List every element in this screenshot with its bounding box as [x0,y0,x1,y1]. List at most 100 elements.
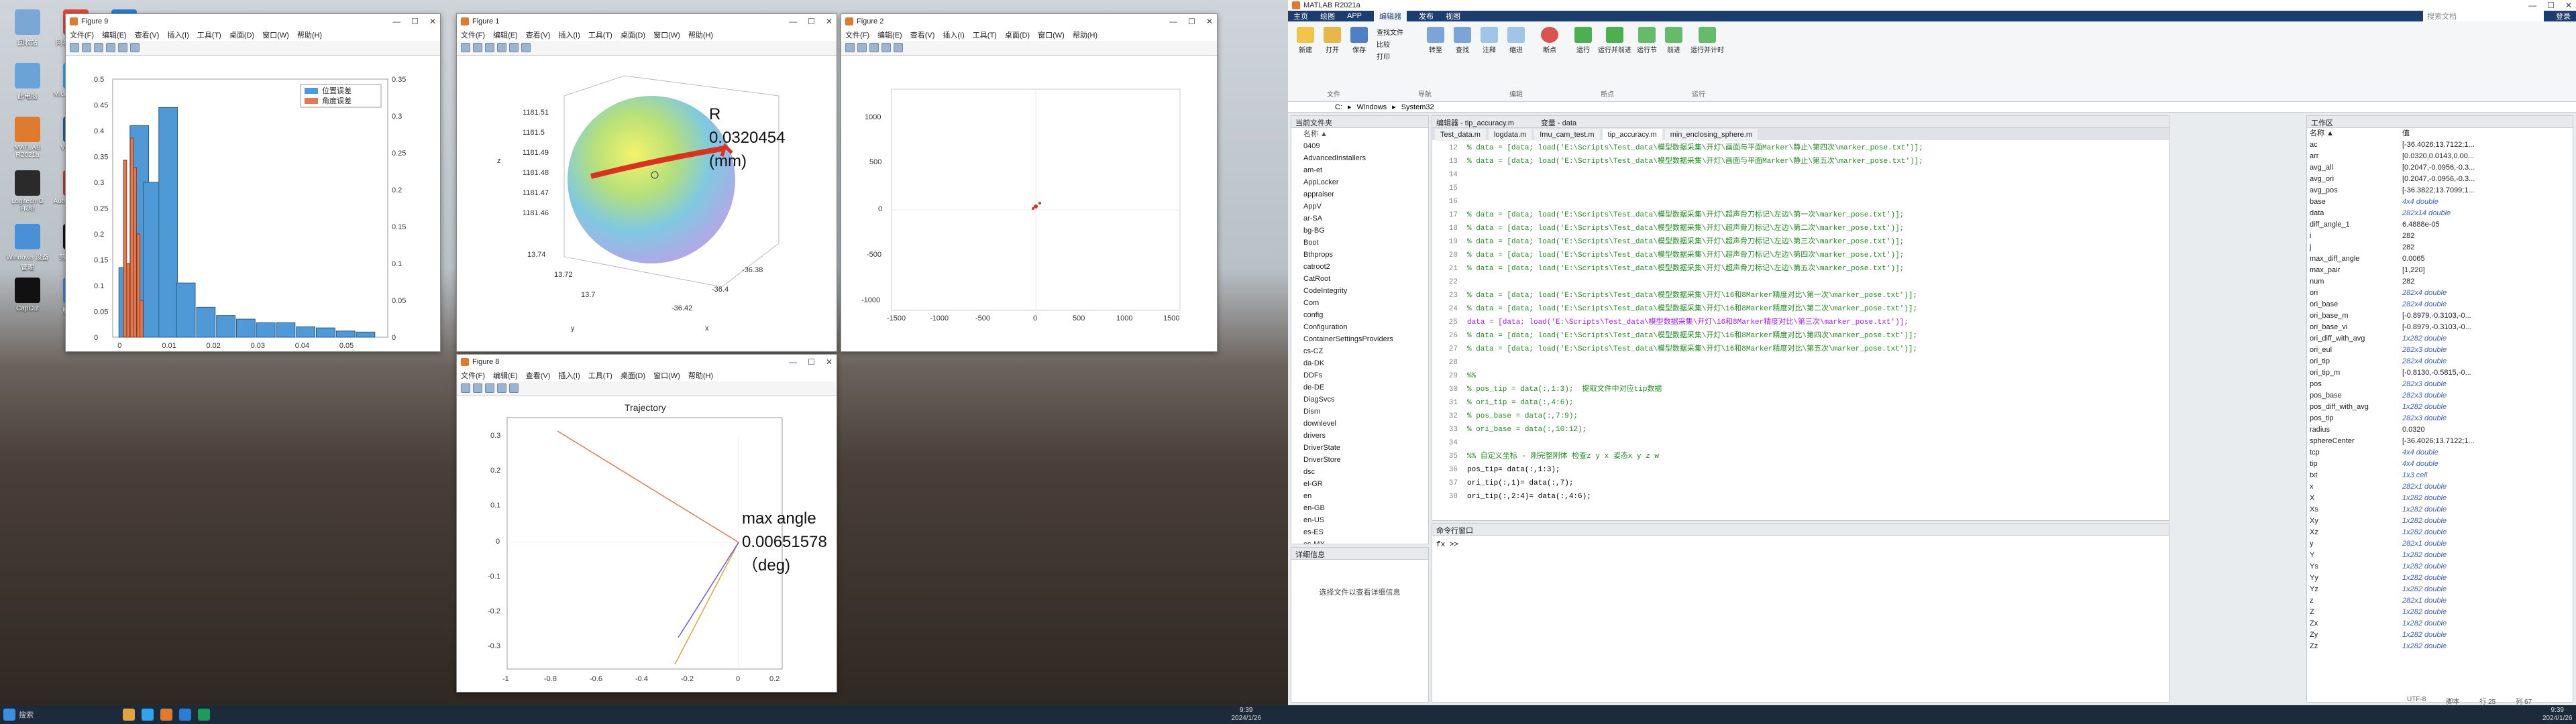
menu-item[interactable]: 窗口(W) [653,370,680,381]
code-line[interactable]: 30 % pos_tip = data(:,1:3); 提取文件中对应tip数据 [1432,383,2169,396]
menu-item[interactable]: 文件(F) [70,29,94,40]
maximize-icon[interactable]: ☐ [808,17,815,26]
clock-right[interactable]: 9:39 2024/1/26 [2542,707,2573,723]
workspace-row[interactable]: Zz 1x282 double [2307,641,2573,652]
code-line[interactable]: 16 [1432,195,2169,208]
clock-date[interactable]: 2024/1/26 [1232,715,1262,722]
maximize-icon[interactable]: ☐ [411,17,419,26]
matlab-window[interactable]: MATLAB R2021a — ☐ ✕ 主页 绘图 APP 编辑器 发布 视图 搜索文… [1288,0,2576,706]
print-icon[interactable] [497,383,506,393]
code-line[interactable]: 37 ori_tip(:,1)= data(:,7); [1432,477,2169,490]
column-header[interactable]: 值 [2402,128,2410,139]
workspace-row[interactable]: Yz 1x282 double [2307,584,2573,595]
minimize-icon[interactable]: — [2528,1,2536,10]
workspace-row[interactable]: x 282x1 double [2307,481,2573,493]
code-line[interactable]: 26 % data = [data; load('E:\Scripts\Test_… [1432,329,2169,343]
workspace-row[interactable]: ori_diff_with_avg 1x282 double [2307,333,2573,345]
search-documentation[interactable]: 搜索文档 [2423,11,2544,21]
workspace-row[interactable]: avg_all [0.2047,-0.0956,-0.3... [2307,162,2573,174]
code-line[interactable]: 29%% [1432,369,2169,383]
folder-item[interactable]: downlevel [1291,418,1428,430]
workspace-row[interactable]: tip 4x4 double [2307,459,2573,470]
folder-item[interactable]: catroot2 [1291,261,1428,273]
folder-item[interactable]: config [1291,309,1428,321]
workspace-row[interactable]: avg_ori [0.2047,-0.0956,-0.3... [2307,174,2573,185]
excel-icon[interactable] [198,709,210,721]
workspace-row[interactable]: ori_tip_m [-0.8130,-0.5815,-0... [2307,367,2573,379]
workspace-row[interactable]: Xz 1x282 double [2307,527,2573,538]
menu-item[interactable]: 编辑(E) [102,29,127,40]
folder-item[interactable]: DriverStore [1291,454,1428,466]
menu-item[interactable]: 工具(T) [588,29,612,40]
close-icon[interactable]: ✕ [429,17,436,26]
menu-item[interactable]: 帮助(H) [688,370,713,381]
minimize-icon[interactable]: — [392,17,400,26]
folder-item[interactable]: CatRoot [1291,273,1428,285]
sign-in[interactable]: 登录 [2556,11,2571,21]
workspace-row[interactable]: ori 282x4 double [2307,288,2573,299]
code-line[interactable]: 12 % data = [data; load('E:\Scripts\Test_… [1432,141,2169,155]
matlab-taskbar-icon[interactable] [160,709,172,721]
menu-item[interactable]: 桌面(D) [229,29,254,40]
folder-item[interactable]: dsc [1291,466,1428,478]
workspace-row[interactable]: data 282x14 double [2307,208,2573,219]
menu-item[interactable]: 文件(F) [461,370,485,381]
workspace-row[interactable]: Z 1x282 double [2307,607,2573,618]
menu-item[interactable]: 窗口(W) [262,29,289,40]
print-icon[interactable] [881,43,891,52]
folder-item[interactable]: cs-CZ [1291,345,1428,357]
menu-item[interactable]: 查看(V) [526,370,551,381]
folder-item[interactable]: am-et [1291,164,1428,176]
maximize-icon[interactable]: ☐ [1188,17,1195,26]
workspace-row[interactable]: Y 1x282 double [2307,550,2573,561]
workspace-row[interactable]: max_diff_angle 0.0065 [2307,253,2573,265]
workspace-row[interactable]: ac [-36.4026;13.7122;1... [2307,139,2573,151]
code-line[interactable]: 21 % data = [data; load('E:\Scripts\Test_… [1432,262,2169,276]
file-explorer-icon[interactable] [123,709,135,721]
folder-item[interactable]: DriverState [1291,442,1428,454]
code-line[interactable]: 36 pos_tip= data(:,1:3); [1432,463,2169,477]
folder-item[interactable]: bg-BG [1291,225,1428,237]
workspace-row[interactable]: ori_base_vi [-0.8979,-0.3103,-0... [2307,322,2573,333]
minimize-icon[interactable]: — [789,357,797,367]
folder-item[interactable]: es-ES [1291,526,1428,538]
advance-button[interactable]: 前进 [1660,27,1687,54]
figure9-window[interactable]: Figure 9 — ☐ ✕ 文件(F) 编辑(E) 查看(V) 插入(I) 工具(T) 桌面(… [65,13,441,352]
column-header[interactable]: 名称 ▲ [2310,128,2402,139]
workspace-row[interactable]: diff_angle_1 6.4888e-05 [2307,219,2573,231]
tab-plots[interactable]: 绘图 [1320,11,1335,21]
save-icon[interactable] [94,43,103,52]
workspace-row[interactable]: ori_eul 282x3 double [2307,345,2573,356]
code-line[interactable]: 25 data = [data; load('E:\Scripts\Test_da… [1432,316,2169,329]
menu-item[interactable]: 编辑(E) [493,29,518,40]
tab-home[interactable]: 主页 [1293,11,1308,21]
menu-item[interactable]: 工具(T) [973,29,997,40]
desktop-icon[interactable]: Logitech G HUB [4,170,51,213]
tab-publish[interactable]: 发布 [1419,11,1434,21]
workspace-row[interactable]: j 282 [2307,242,2573,253]
folder-item[interactable]: 0409 [1291,140,1428,152]
workspace-row[interactable]: X 1x282 double [2307,493,2573,504]
menu-item[interactable]: 窗口(W) [1038,29,1065,40]
folder-item[interactable]: Configuration [1291,321,1428,333]
code-line[interactable]: 22 [1432,276,2169,289]
search-box[interactable]: 搜索 [19,709,119,720]
folder-item[interactable]: appraiser [1291,188,1428,200]
file-tab[interactable]: Imu_cam_test.m [1534,129,1600,141]
open-icon[interactable] [82,43,91,52]
code-line[interactable]: 34 [1432,436,2169,450]
path-segment[interactable]: System32 [1401,103,1434,111]
figure8-window[interactable]: Figure 8 — ☐ ✕ 文件(F) 编辑(E) 查看(V) 插入(I) 工具(T) 桌面(… [456,354,837,692]
menu-item[interactable]: 查看(V) [526,29,551,40]
folder-item[interactable]: es-MX [1291,538,1428,544]
figure1-window[interactable]: Figure 1 — ☐ ✕ 文件(F) 编辑(E) 查看(V) 插入(I) 工具(T) 桌面(… [456,13,837,352]
minimize-icon[interactable]: — [1169,17,1177,26]
open-icon[interactable] [473,43,482,52]
code-editor[interactable]: 12 % data = [data; load('E:\Scripts\Test_… [1432,140,2169,503]
desktop-icon[interactable]: CapCut [4,278,51,312]
workspace-row[interactable]: radius 0.0320 [2307,424,2573,436]
workspace-row[interactable]: Ys 1x282 double [2307,561,2573,572]
menu-item[interactable]: 查看(V) [910,29,935,40]
code-line[interactable]: 19 % data = [data; load('E:\Scripts\Test_… [1432,235,2169,249]
folder-item[interactable]: CodeIntegrity [1291,285,1428,297]
